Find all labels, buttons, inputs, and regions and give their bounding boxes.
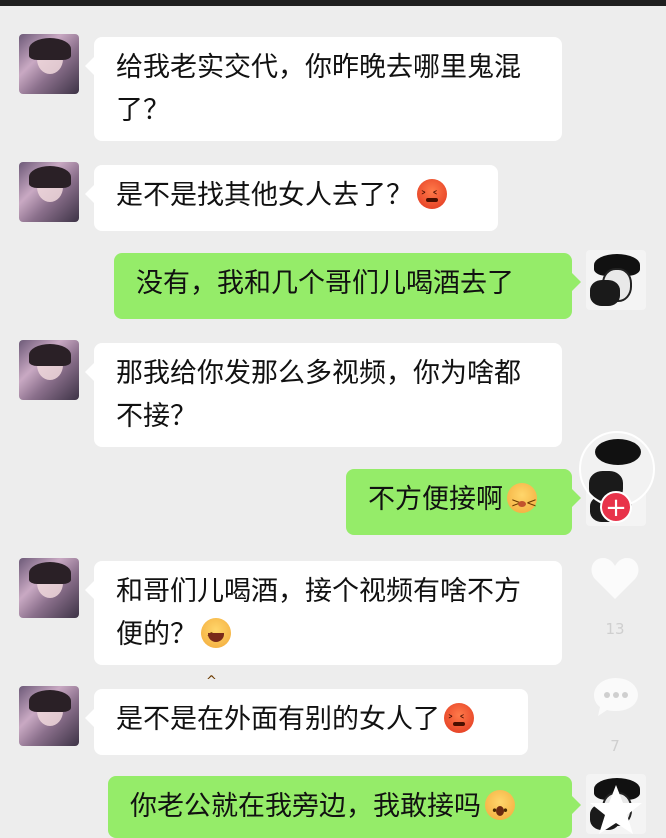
chat-bubble-incoming[interactable]: 是不是找其他女人去了？ bbox=[85, 165, 498, 231]
like-count: 13 bbox=[605, 620, 625, 638]
message-text: 没有，我和几个哥们儿喝酒去了 bbox=[136, 268, 514, 299]
message-text: 给我老实交代，你昨晚去哪里鬼混了？ bbox=[116, 52, 521, 126]
chat-bubble-incoming[interactable]: 那我给你发那么多视频，你为啥都不接？ bbox=[85, 343, 562, 447]
message-text: 和哥们儿喝酒，接个视频有啥不方便的？ bbox=[116, 576, 521, 650]
star-icon[interactable] bbox=[586, 782, 646, 838]
sender-avatar[interactable] bbox=[19, 686, 79, 746]
chat-bubble-incoming[interactable]: 给我老实交代，你昨晚去哪里鬼混了？ bbox=[85, 37, 562, 141]
follow-plus-button[interactable]: + bbox=[600, 491, 632, 523]
chat-bubble-incoming[interactable]: 是不是在外面有别的女人了 bbox=[85, 689, 528, 755]
sender-avatar[interactable] bbox=[19, 558, 79, 618]
angry-face-icon bbox=[444, 701, 474, 744]
angry-face-icon bbox=[417, 177, 447, 220]
shocked-face-icon bbox=[485, 790, 515, 833]
sender-avatar[interactable] bbox=[19, 340, 79, 400]
message-text: 是不是找其他女人去了？ bbox=[116, 180, 413, 211]
shy-face-icon bbox=[507, 482, 537, 525]
my-avatar[interactable] bbox=[586, 250, 646, 310]
message-text: 你老公就在我旁边，我敢接吗 bbox=[130, 791, 481, 822]
chat-bubble-outgoing[interactable]: 你老公就在我旁边，我敢接吗 bbox=[108, 776, 581, 838]
comment-count: 7 bbox=[610, 737, 620, 755]
sender-avatar[interactable] bbox=[19, 34, 79, 94]
laughing-face-icon bbox=[201, 617, 231, 703]
message-text: 那我给你发那么多视频，你为啥都不接？ bbox=[116, 358, 521, 432]
heart-icon[interactable] bbox=[590, 555, 640, 601]
comment-icon[interactable] bbox=[592, 676, 640, 718]
sender-avatar[interactable] bbox=[19, 162, 79, 222]
chat-bubble-incoming[interactable]: 和哥们儿喝酒，接个视频有啥不方便的？ bbox=[85, 561, 562, 703]
top-edge-bar bbox=[0, 0, 666, 6]
chat-bubble-outgoing[interactable]: 没有，我和几个哥们儿喝酒去了 bbox=[114, 253, 581, 319]
chat-bubble-outgoing[interactable]: 不方便接啊 bbox=[346, 469, 581, 535]
message-text: 是不是在外面有别的女人了 bbox=[116, 704, 440, 735]
message-text: 不方便接啊 bbox=[368, 484, 503, 515]
